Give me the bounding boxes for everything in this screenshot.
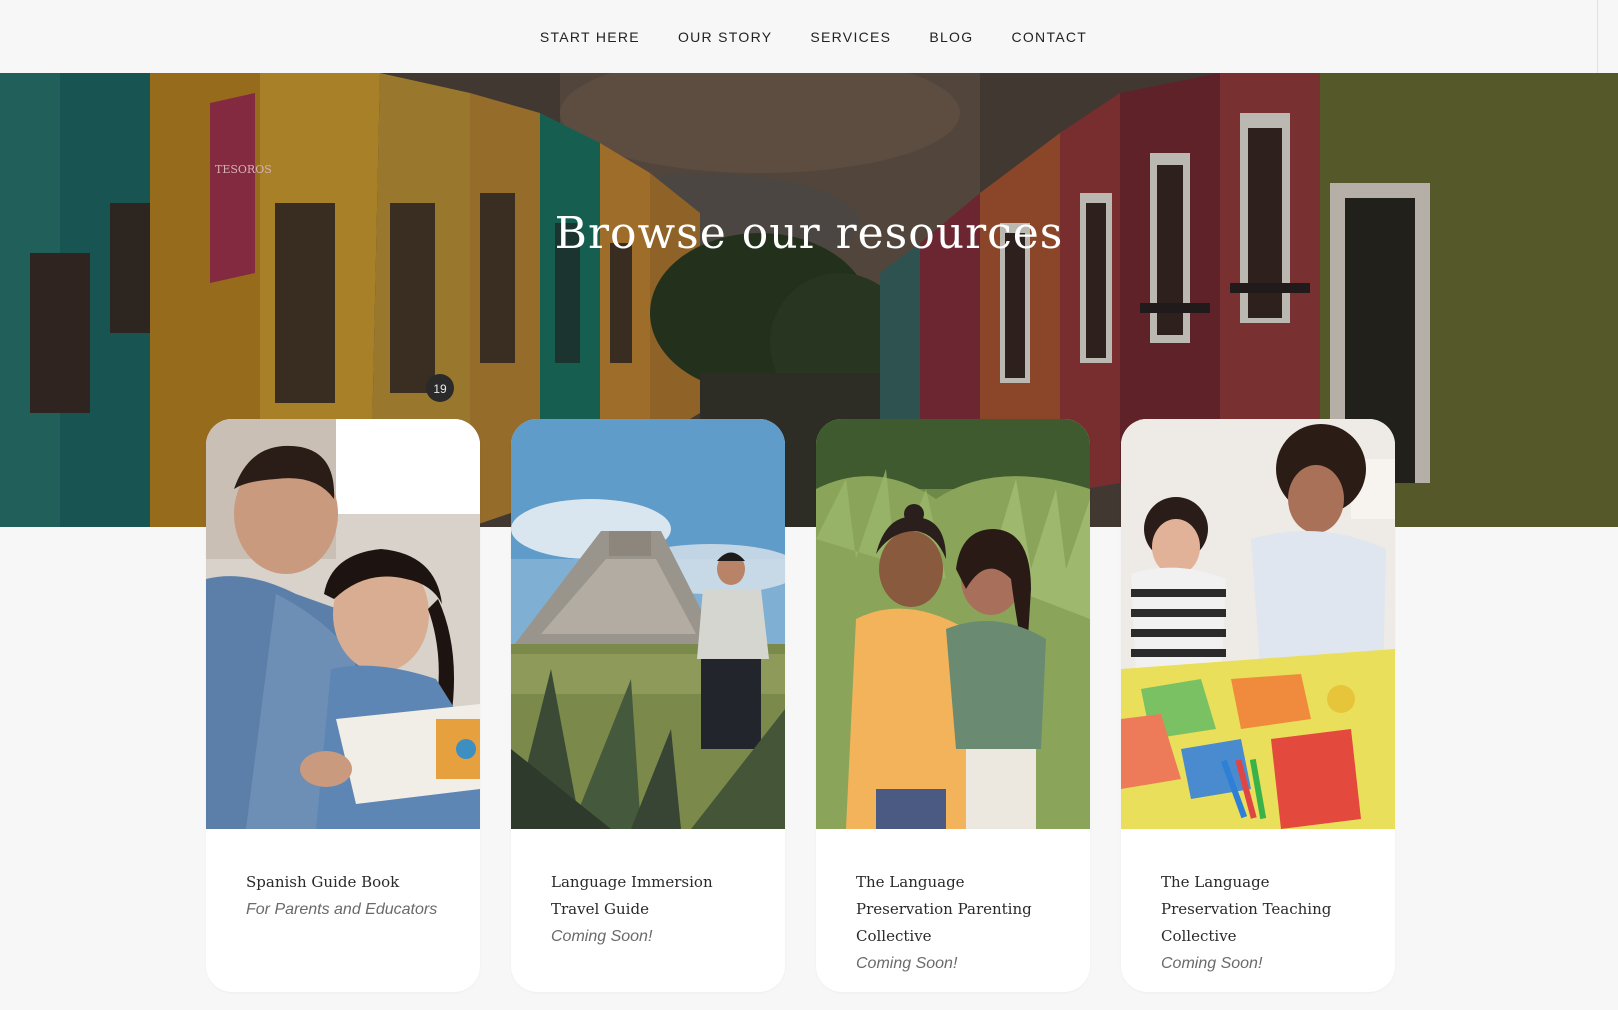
sign-text: TESOROS — [215, 163, 272, 176]
card-subtitle: Coming Soon! — [856, 955, 958, 972]
top-navigation: START HERE OUR STORY SERVICES BLOG CONTA… — [0, 0, 1597, 73]
nav-contact-link[interactable]: CONTACT — [1011, 29, 1087, 45]
card-title[interactable]: The Language Preservation Teaching Colle… — [1161, 869, 1371, 950]
photo-grandmother-hugging-girl — [816, 419, 1090, 829]
card-subtitle: Coming Soon! — [551, 928, 653, 945]
card-title[interactable]: Spanish Guide Book — [246, 869, 456, 896]
hero-title: Browse our resources — [554, 208, 1064, 259]
nav-menu: START HERE OUR STORY SERVICES BLOG CONTA… — [540, 29, 1087, 45]
card-text: Language Immersion Travel Guide Coming S… — [551, 869, 761, 950]
nav-start-here-link[interactable]: START HERE — [540, 29, 640, 45]
house-number: 19 — [433, 382, 447, 396]
nav-our-story-link[interactable]: OUR STORY — [678, 29, 772, 45]
nav-blog-link[interactable]: BLOG — [929, 29, 973, 45]
photo-father-reading-with-daughter — [206, 419, 480, 829]
card-subtitle: For Parents and Educators — [246, 901, 438, 918]
card-title[interactable]: The Language Preservation Parenting Coll… — [856, 869, 1066, 950]
header-divider — [1597, 0, 1598, 73]
resource-card-spanish-guide-book[interactable]: Spanish Guide Book For Parents and Educa… — [206, 419, 480, 992]
card-text: The Language Preservation Parenting Coll… — [856, 869, 1066, 977]
card-text: Spanish Guide Book For Parents and Educa… — [246, 869, 456, 923]
resource-card-teaching-collective[interactable]: The Language Preservation Teaching Colle… — [1121, 419, 1395, 992]
resource-cards: Spanish Guide Book For Parents and Educa… — [206, 419, 1396, 993]
photo-teacher-crafting-with-kids — [1121, 419, 1395, 829]
resource-card-parenting-collective[interactable]: The Language Preservation Parenting Coll… — [816, 419, 1090, 992]
card-title[interactable]: Language Immersion Travel Guide — [551, 869, 761, 923]
resource-card-language-immersion-travel-guide[interactable]: Language Immersion Travel Guide Coming S… — [511, 419, 785, 992]
photo-traveler-at-pyramid — [511, 419, 785, 829]
nav-services-link[interactable]: SERVICES — [810, 29, 891, 45]
card-text: The Language Preservation Teaching Colle… — [1161, 869, 1371, 977]
card-subtitle: Coming Soon! — [1161, 955, 1263, 972]
